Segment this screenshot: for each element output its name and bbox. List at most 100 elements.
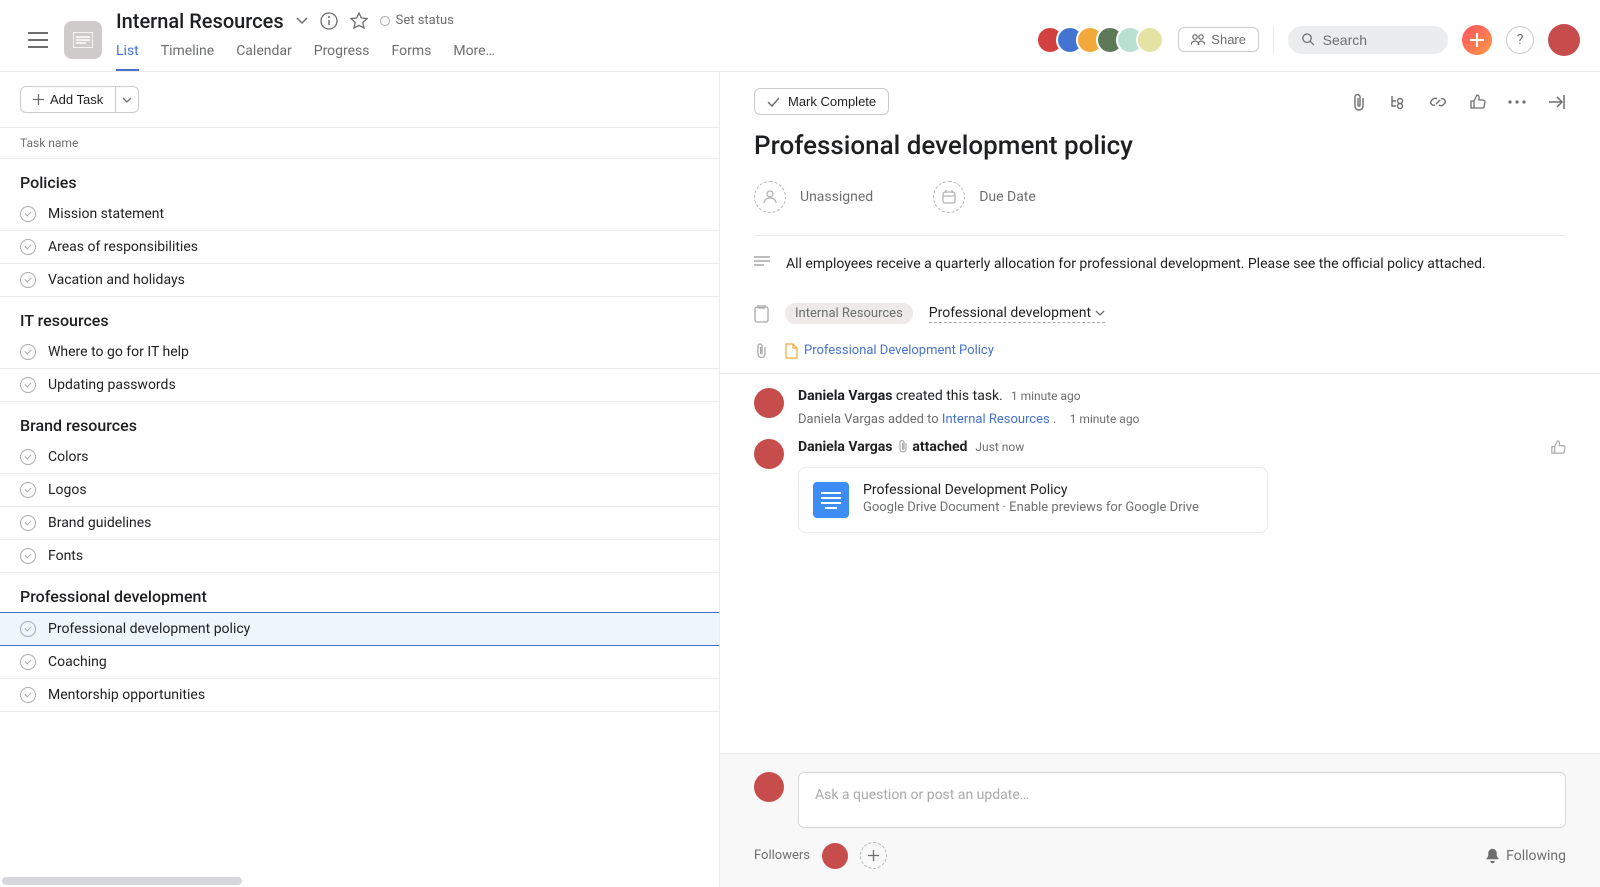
- project-caret-icon[interactable]: [296, 17, 308, 25]
- task-row[interactable]: Fonts: [0, 540, 719, 573]
- following-button[interactable]: Following: [1485, 848, 1566, 864]
- link-icon[interactable]: [1429, 93, 1447, 111]
- attachment-card[interactable]: Professional Development Policy Google D…: [798, 467, 1268, 533]
- task-row[interactable]: Logos: [0, 474, 719, 507]
- search-icon: [1302, 32, 1315, 47]
- like-icon[interactable]: [1469, 93, 1486, 110]
- user-avatar[interactable]: [1548, 24, 1580, 56]
- person-icon: [754, 181, 786, 213]
- search-input[interactable]: [1323, 32, 1434, 48]
- like-icon[interactable]: [1550, 439, 1566, 455]
- task-row[interactable]: Mission statement: [0, 198, 719, 231]
- mark-complete-button[interactable]: Mark Complete: [754, 88, 889, 115]
- close-panel-icon[interactable]: [1548, 94, 1566, 110]
- global-add-button[interactable]: [1462, 25, 1492, 55]
- search-box[interactable]: [1288, 26, 1448, 54]
- task-row[interactable]: Where to go for IT help: [0, 336, 719, 369]
- member-avatars[interactable]: [1044, 26, 1164, 54]
- attachment-name: Professional Development Policy: [804, 343, 994, 358]
- assignee-field[interactable]: Unassigned: [754, 181, 873, 213]
- complete-toggle[interactable]: [20, 206, 36, 222]
- complete-toggle[interactable]: [20, 654, 36, 670]
- tab-calendar[interactable]: Calendar: [236, 37, 292, 71]
- project-section-label: Professional development: [929, 305, 1091, 321]
- divider: [1273, 26, 1274, 54]
- plus-icon: [868, 850, 879, 861]
- complete-toggle[interactable]: [20, 449, 36, 465]
- complete-toggle[interactable]: [20, 687, 36, 703]
- activity-time: Just now: [975, 440, 1024, 454]
- add-task-dropdown[interactable]: [116, 86, 139, 113]
- task-row[interactable]: Brand guidelines: [0, 507, 719, 540]
- task-row[interactable]: Areas of responsibilities: [0, 231, 719, 264]
- complete-toggle[interactable]: [20, 621, 36, 637]
- tab-timeline[interactable]: Timeline: [161, 37, 214, 71]
- activity-project-link[interactable]: Internal Resources: [942, 412, 1050, 427]
- horizontal-scrollbar[interactable]: [0, 875, 719, 887]
- complete-toggle[interactable]: [20, 377, 36, 393]
- project-section-select[interactable]: Professional development: [929, 305, 1105, 323]
- complete-toggle[interactable]: [20, 272, 36, 288]
- activity-avatar: [754, 388, 784, 418]
- comment-input[interactable]: Ask a question or post an update…: [798, 772, 1566, 828]
- task-title[interactable]: Professional development policy: [720, 123, 1600, 179]
- file-icon: [785, 343, 798, 359]
- share-button[interactable]: Share: [1178, 27, 1259, 52]
- add-task-button[interactable]: Add Task: [20, 86, 116, 113]
- set-status-button[interactable]: Set status: [380, 13, 454, 28]
- duedate-label: Due Date: [979, 189, 1036, 205]
- tab-forms[interactable]: Forms: [392, 37, 432, 71]
- project-title: Internal Resources: [116, 9, 284, 33]
- people-icon: [1191, 34, 1205, 46]
- complete-toggle[interactable]: [20, 548, 36, 564]
- tab-list[interactable]: List: [116, 37, 139, 71]
- task-name: Colors: [48, 449, 88, 465]
- duedate-field[interactable]: Due Date: [933, 181, 1036, 213]
- section-header[interactable]: Brand resources: [0, 402, 719, 441]
- task-detail-panel: Mark Complete Professional development p…: [720, 72, 1600, 887]
- column-header: Task name: [0, 127, 719, 159]
- project-chip[interactable]: Internal Resources: [785, 303, 913, 324]
- comment-avatar: [754, 772, 784, 802]
- star-icon[interactable]: [350, 12, 368, 30]
- complete-toggle[interactable]: [20, 515, 36, 531]
- menu-toggle[interactable]: [20, 24, 56, 56]
- attachment-link[interactable]: Professional Development Policy: [785, 343, 994, 359]
- task-name: Where to go for IT help: [48, 344, 189, 360]
- task-name: Fonts: [48, 548, 83, 564]
- task-name: Coaching: [48, 654, 107, 670]
- tab-more[interactable]: More…: [453, 37, 495, 71]
- followers-label: Followers: [754, 848, 810, 863]
- calendar-icon: [933, 181, 965, 213]
- share-label: Share: [1211, 32, 1246, 47]
- activity-text: Daniela Vargas created this task.: [798, 388, 1003, 404]
- task-row[interactable]: Professional development policy: [0, 612, 719, 646]
- help-button[interactable]: ?: [1506, 26, 1534, 54]
- task-description[interactable]: All employees receive a quarterly alloca…: [786, 254, 1486, 275]
- attachment-icon[interactable]: [1351, 93, 1367, 111]
- section-header[interactable]: Professional development: [0, 573, 719, 612]
- task-row[interactable]: Mentorship opportunities: [0, 679, 719, 712]
- tab-progress[interactable]: Progress: [314, 37, 370, 71]
- add-follower-button[interactable]: [860, 842, 887, 869]
- activity-avatar: [754, 439, 784, 469]
- task-row[interactable]: Updating passwords: [0, 369, 719, 402]
- section-header[interactable]: IT resources: [0, 297, 719, 336]
- follower-avatar[interactable]: [822, 843, 848, 869]
- avatar: [1136, 26, 1164, 54]
- task-row[interactable]: Vacation and holidays: [0, 264, 719, 297]
- set-status-label: Set status: [396, 13, 454, 28]
- task-name: Mentorship opportunities: [48, 687, 205, 703]
- subtask-icon[interactable]: [1389, 94, 1407, 110]
- complete-toggle[interactable]: [20, 482, 36, 498]
- section-header[interactable]: Policies: [0, 159, 719, 198]
- info-icon[interactable]: [320, 12, 338, 30]
- task-name: Vacation and holidays: [48, 272, 185, 288]
- task-row[interactable]: Coaching: [0, 646, 719, 679]
- complete-toggle[interactable]: [20, 344, 36, 360]
- plus-icon: [33, 94, 44, 105]
- task-row[interactable]: Colors: [0, 441, 719, 474]
- project-tabs: List Timeline Calendar Progress Forms Mo…: [116, 37, 1044, 71]
- complete-toggle[interactable]: [20, 239, 36, 255]
- more-icon[interactable]: [1508, 100, 1526, 104]
